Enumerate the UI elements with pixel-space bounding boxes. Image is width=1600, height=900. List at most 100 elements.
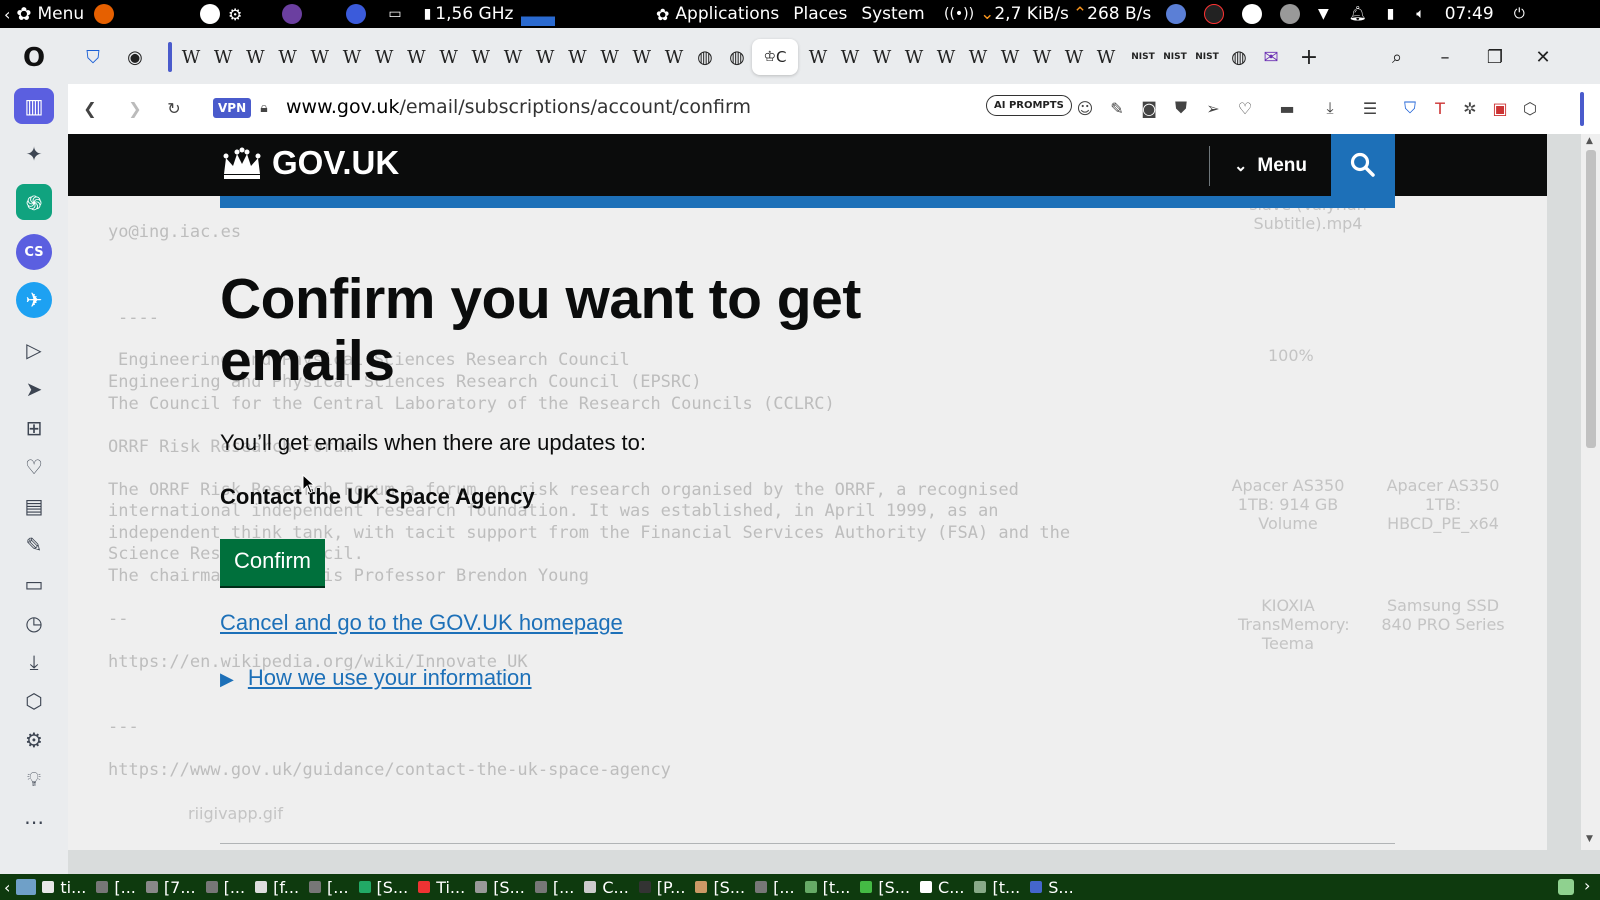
send-icon[interactable]: ➢ bbox=[1201, 96, 1225, 120]
tab-search-icon[interactable]: ⌕ bbox=[1382, 42, 1412, 72]
tab-wikipedia[interactable]: W bbox=[498, 42, 528, 72]
tab-wikipedia[interactable]: W bbox=[562, 42, 592, 72]
taskbar-window-button[interactable]: [... bbox=[205, 878, 245, 897]
emoji-icon[interactable]: ☺ bbox=[1073, 96, 1097, 120]
tab-github[interactable]: ◉ bbox=[120, 42, 150, 72]
extensions-cube-icon[interactable]: ⬡ bbox=[1518, 96, 1542, 120]
sidebar-extensions-icon[interactable]: ⬡ bbox=[14, 683, 54, 719]
sidebar-tips-icon[interactable]: 💡︎ bbox=[14, 761, 54, 797]
sidebar-send-icon[interactable]: ➤ bbox=[14, 371, 54, 407]
sidebar-downloads-icon[interactable]: ⤓ bbox=[14, 644, 54, 680]
taskbar-window-button[interactable]: [S... bbox=[475, 878, 525, 897]
tab-wikipedia[interactable]: W bbox=[1027, 42, 1057, 72]
sidebar-cs-icon[interactable]: CS bbox=[16, 234, 52, 270]
taskbar-window-button[interactable]: Ti... bbox=[418, 878, 465, 897]
vpn-badge[interactable]: VPN bbox=[213, 98, 252, 118]
sidebar-player-icon[interactable]: ▷ bbox=[14, 332, 54, 368]
sidebar-more-icon[interactable]: ⋯ bbox=[14, 804, 54, 840]
sidebar-tabs-icon[interactable]: ▭ bbox=[14, 566, 54, 602]
window-minimize-button[interactable]: – bbox=[1430, 42, 1460, 72]
tab-globe-1[interactable]: ◍ bbox=[690, 42, 720, 72]
confirm-button[interactable]: Confirm bbox=[220, 539, 326, 586]
sidebar-workspace-icon[interactable]: ▥ bbox=[14, 88, 54, 124]
tab-wikipedia[interactable]: W bbox=[305, 42, 335, 72]
heart-icon[interactable]: ♡ bbox=[1233, 96, 1257, 120]
tab-wikipedia[interactable]: W bbox=[963, 42, 993, 72]
sidebar-aria-icon[interactable]: ✦ bbox=[14, 136, 54, 172]
power-icon[interactable]: ⏻ bbox=[1514, 6, 1525, 22]
applications-icon[interactable]: ✿ bbox=[656, 5, 669, 24]
panel-clock[interactable]: 07:49 bbox=[1445, 4, 1494, 24]
new-tab-button[interactable]: + bbox=[1294, 42, 1324, 72]
taskbar-window-button[interactable]: [f... bbox=[255, 878, 299, 897]
tab-wikipedia[interactable]: W bbox=[273, 42, 303, 72]
sidebar-heart-icon[interactable]: ♡ bbox=[14, 449, 54, 485]
tab-wikipedia[interactable]: W bbox=[401, 42, 431, 72]
taskbar-window-button[interactable]: [t... bbox=[974, 878, 1020, 897]
tab-wikipedia[interactable]: W bbox=[803, 42, 833, 72]
launcher-a-icon[interactable] bbox=[200, 4, 220, 24]
taskbar-window-button[interactable]: [... bbox=[309, 878, 349, 897]
taskbar-window-button[interactable]: [P... bbox=[638, 878, 685, 897]
taskbar-window-button[interactable]: [S... bbox=[695, 878, 745, 897]
taskbar-window-button[interactable]: C... bbox=[584, 878, 629, 897]
tray-shield-icon[interactable] bbox=[1280, 4, 1300, 24]
tab-wikipedia[interactable]: W bbox=[369, 42, 399, 72]
tray-bell-icon[interactable]: 🔔︎ bbox=[1349, 6, 1367, 22]
tab-mail[interactable]: ✉ bbox=[1256, 42, 1286, 72]
extension-puzzle-icon[interactable]: ✲ bbox=[1458, 96, 1482, 120]
launcher-purple-icon[interactable] bbox=[282, 4, 303, 24]
system-menu[interactable]: System bbox=[861, 4, 924, 24]
tab-wikipedia[interactable]: W bbox=[867, 42, 897, 72]
tab-globe-3[interactable]: ◍ bbox=[1224, 42, 1254, 72]
download-icon[interactable]: ⤓ bbox=[1318, 96, 1342, 120]
tab-globe-2[interactable]: ◍ bbox=[722, 42, 752, 72]
taskbar-window-button[interactable]: [S... bbox=[358, 878, 408, 897]
tab-nist-3[interactable]: NIST bbox=[1192, 42, 1222, 72]
terminal-icon[interactable]: ▭ bbox=[388, 6, 401, 22]
show-desktop-icon[interactable] bbox=[16, 879, 37, 895]
tab-wikipedia[interactable]: W bbox=[1091, 42, 1121, 72]
scroll-up-arrow-icon[interactable]: ▲ bbox=[1586, 136, 1593, 146]
extension-translate-icon[interactable]: T bbox=[1428, 96, 1452, 120]
govuk-menu-button[interactable]: ⌄ Menu bbox=[1209, 146, 1347, 186]
lock-icon[interactable]: 🔒︎ bbox=[252, 96, 276, 120]
details-toggle[interactable]: ▶ How we use your information bbox=[220, 665, 532, 691]
window-restore-button[interactable]: ❐ bbox=[1480, 42, 1510, 72]
tab-wikipedia[interactable]: W bbox=[530, 42, 560, 72]
extension-shield-icon[interactable]: ⛉ bbox=[1398, 96, 1422, 120]
window-close-button[interactable]: ✕ bbox=[1528, 42, 1558, 72]
sidebar-chatgpt-icon[interactable]: ֍ bbox=[16, 184, 52, 220]
tray-app-icon[interactable] bbox=[1166, 4, 1186, 24]
details-summary-text[interactable]: How we use your information bbox=[248, 665, 532, 690]
tab-wikipedia[interactable]: W bbox=[1059, 42, 1089, 72]
tab-active-govuk[interactable]: ♔ C bbox=[752, 39, 798, 75]
tray-wifi-icon[interactable]: ▼ bbox=[1318, 6, 1329, 22]
forward-button[interactable]: ❯ bbox=[123, 96, 147, 120]
tray-volume-icon[interactable]: 🔈︎ bbox=[1416, 6, 1424, 22]
taskbar-window-button[interactable]: [... bbox=[534, 878, 574, 897]
sidebar-toggle-marker[interactable] bbox=[1580, 92, 1584, 126]
edit-icon[interactable]: ✎ bbox=[1105, 96, 1129, 120]
tray-battery-icon[interactable]: ▮ bbox=[1387, 6, 1395, 22]
shield-icon[interactable]: ⛊ bbox=[1169, 96, 1193, 120]
tab-wikipedia[interactable]: W bbox=[659, 42, 689, 72]
tab-pinned-shield[interactable]: ⛉ bbox=[78, 42, 108, 72]
tab-wikipedia[interactable]: W bbox=[595, 42, 625, 72]
taskbar-window-button[interactable]: [t... bbox=[804, 878, 850, 897]
sidebar-speed-dial-icon[interactable]: ⊞ bbox=[14, 410, 54, 446]
tray-skype-icon[interactable] bbox=[1242, 4, 1262, 24]
ai-prompts-button[interactable]: AI PROMPTS bbox=[986, 95, 1072, 116]
applications-menu[interactable]: Applications bbox=[675, 4, 779, 24]
tab-wikipedia[interactable]: W bbox=[466, 42, 496, 72]
taskbar-window-button[interactable]: S... bbox=[1030, 878, 1074, 897]
tab-wikipedia[interactable]: W bbox=[835, 42, 865, 72]
panel-left-arrow-icon[interactable]: ‹ bbox=[4, 5, 10, 24]
sidebar-history-icon[interactable]: ◷ bbox=[14, 605, 54, 641]
tab-wikipedia[interactable]: W bbox=[627, 42, 657, 72]
scroll-down-arrow-icon[interactable]: ▼ bbox=[1586, 834, 1593, 844]
easy-setup-icon[interactable]: ☰ bbox=[1358, 96, 1382, 120]
taskbar-window-button[interactable]: [... bbox=[96, 878, 136, 897]
taskbar-window-button[interactable]: [7... bbox=[145, 878, 196, 897]
tab-wikipedia[interactable]: W bbox=[240, 42, 270, 72]
